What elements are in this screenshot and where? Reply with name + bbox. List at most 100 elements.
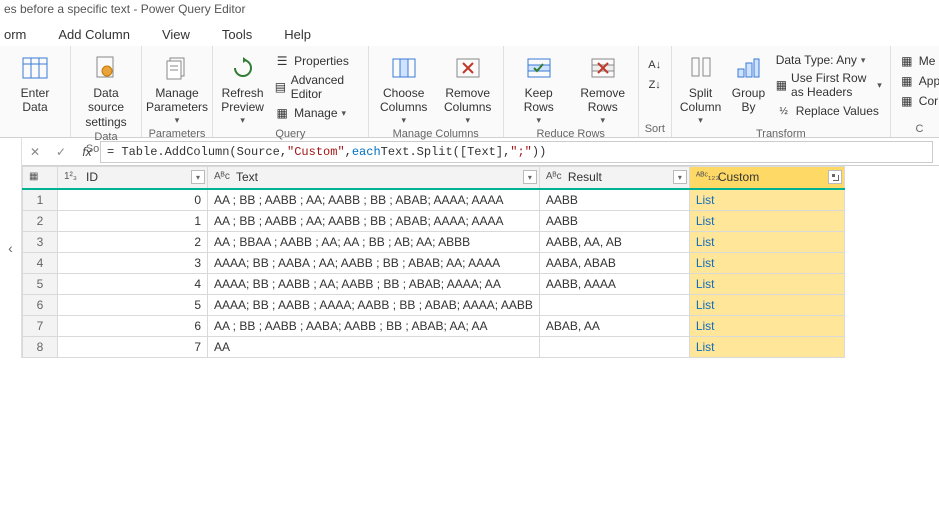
manage-button[interactable]: ▦Manage <box>272 104 362 122</box>
data-source-settings-button[interactable]: Data source settings <box>77 50 135 131</box>
cell-id[interactable]: 5 <box>58 294 208 315</box>
cell-result[interactable] <box>539 336 689 357</box>
combine-files-button[interactable]: ▦Cor <box>897 92 939 110</box>
manage-icon: ▦ <box>274 105 290 121</box>
cell-custom[interactable]: List <box>689 210 844 231</box>
cell-custom[interactable]: List <box>689 336 844 357</box>
menu-tools[interactable]: Tools <box>222 27 252 42</box>
queries-pane-collapse[interactable] <box>0 138 22 358</box>
keep-rows-button[interactable]: Keep Rows <box>510 50 568 128</box>
cell-result[interactable]: AABB <box>539 210 689 231</box>
advanced-editor-button[interactable]: ▤Advanced Editor <box>272 72 362 102</box>
column-header-text[interactable]: AᴮᴄText▾ <box>208 167 540 189</box>
sort-desc-button[interactable]: Z↓ <box>645 76 665 94</box>
cancel-formula-button[interactable]: ✕ <box>22 141 48 163</box>
choose-columns-button[interactable]: Choose Columns <box>375 50 433 128</box>
column-header-result[interactable]: AᴮᴄResult▾ <box>539 167 689 189</box>
row-number: 7 <box>23 315 58 336</box>
cell-text[interactable]: AA ; BB ; AABB ; AA; AABB ; BB ; ABAB; A… <box>208 189 540 211</box>
menu-help[interactable]: Help <box>284 27 311 42</box>
commit-formula-button[interactable]: ✓ <box>48 141 74 163</box>
cell-custom[interactable]: List <box>689 189 844 211</box>
cell-custom[interactable]: List <box>689 252 844 273</box>
merge-queries-button[interactable]: ▦Me <box>897 52 939 70</box>
table-row[interactable]: 87AAList <box>23 336 845 357</box>
cell-text[interactable]: AAAA; BB ; AABB ; AAAA; AABB ; BB ; ABAB… <box>208 294 540 315</box>
table-corner[interactable]: ▦ <box>23 167 58 189</box>
keep-rows-icon <box>523 52 555 84</box>
replace-values-button[interactable]: ½Replace Values <box>774 102 884 120</box>
cell-custom[interactable]: List <box>689 273 844 294</box>
sort-asc-button[interactable]: A↓ <box>645 56 665 74</box>
cell-result[interactable]: AABB, AA, AB <box>539 231 689 252</box>
first-row-headers-button[interactable]: ▦Use First Row as Headers <box>774 70 884 100</box>
text-type-icon: Aᴮᴄ <box>546 171 564 185</box>
column-header-id[interactable]: 1²₃ID▾ <box>58 167 208 189</box>
ribbon: Enter Data Data source settings Data Sou… <box>0 46 939 138</box>
cell-id[interactable]: 4 <box>58 273 208 294</box>
window-title: es before a specific text - Power Query … <box>0 0 939 22</box>
column-header-custom[interactable]: ᴬᴮᶜ₁₂₃Custom <box>689 167 844 189</box>
cell-text[interactable]: AA ; BBAA ; AABB ; AA; AA ; BB ; AB; AA;… <box>208 231 540 252</box>
menu-add-column[interactable]: Add Column <box>58 27 130 42</box>
refresh-icon <box>227 52 259 84</box>
remove-rows-icon <box>587 52 619 84</box>
refresh-preview-button[interactable]: Refresh Preview <box>219 50 266 128</box>
properties-button[interactable]: ☰Properties <box>272 52 362 70</box>
table-icon: ▦ <box>29 171 47 185</box>
cell-text[interactable]: AA ; BB ; AABB ; AA; AABB ; BB ; ABAB; A… <box>208 210 540 231</box>
cell-result[interactable]: AABB <box>539 189 689 211</box>
data-grid[interactable]: ▦ 1²₃ID▾ AᴮᴄText▾ AᴮᴄResult▾ ᴬᴮᶜ₁₂₃Custo… <box>22 166 845 358</box>
expand-column-icon[interactable] <box>828 170 842 184</box>
column-dropdown-icon[interactable]: ▾ <box>673 170 687 184</box>
menu-view[interactable]: View <box>162 27 190 42</box>
data-type-dropdown[interactable]: Data Type: Any <box>774 52 884 68</box>
cell-id[interactable]: 2 <box>58 231 208 252</box>
choose-columns-icon <box>388 52 420 84</box>
menu-transform[interactable]: orm <box>4 27 26 42</box>
cell-id[interactable]: 3 <box>58 252 208 273</box>
group-by-button[interactable]: Group By <box>729 50 767 117</box>
table-row[interactable]: 21AA ; BB ; AABB ; AA; AABB ; BB ; ABAB;… <box>23 210 845 231</box>
cell-result[interactable]: AABA, ABAB <box>539 252 689 273</box>
cell-text[interactable]: AAAA; BB ; AABA ; AA; AABB ; BB ; ABAB; … <box>208 252 540 273</box>
cell-custom[interactable]: List <box>689 294 844 315</box>
cell-text[interactable]: AA ; BB ; AABB ; AABA; AABB ; BB ; ABAB;… <box>208 315 540 336</box>
append-queries-button[interactable]: ▦App <box>897 72 939 90</box>
parameters-icon <box>161 52 193 84</box>
cell-result[interactable]: AABB, AAAA <box>539 273 689 294</box>
cell-text[interactable]: AAAA; BB ; AABB ; AA; AABB ; BB ; ABAB; … <box>208 273 540 294</box>
cell-custom[interactable]: List <box>689 315 844 336</box>
manage-parameters-button[interactable]: Manage Parameters <box>148 50 206 128</box>
cell-result[interactable] <box>539 294 689 315</box>
cell-custom[interactable]: List <box>689 231 844 252</box>
column-dropdown-icon[interactable]: ▾ <box>523 170 537 184</box>
table-row[interactable]: 43AAAA; BB ; AABA ; AA; AABB ; BB ; ABAB… <box>23 252 845 273</box>
remove-columns-button[interactable]: Remove Columns <box>439 50 497 128</box>
row-number: 6 <box>23 294 58 315</box>
remove-rows-button[interactable]: Remove Rows <box>574 50 632 128</box>
cell-id[interactable]: 7 <box>58 336 208 357</box>
sort-group-label: Sort <box>645 123 665 137</box>
combine-icon: ▦ <box>899 93 915 109</box>
table-row[interactable]: 76AA ; BB ; AABB ; AABA; AABB ; BB ; ABA… <box>23 315 845 336</box>
row-number: 3 <box>23 231 58 252</box>
cell-text[interactable]: AA <box>208 336 540 357</box>
formula-bar: ✕ ✓ fx = Table.AddColumn(Source, "Custom… <box>22 138 939 166</box>
cell-result[interactable]: ABAB, AA <box>539 315 689 336</box>
cell-id[interactable]: 1 <box>58 210 208 231</box>
enter-data-button[interactable]: Enter Data <box>6 50 64 117</box>
table-row[interactable]: 65AAAA; BB ; AABB ; AAAA; AABB ; BB ; AB… <box>23 294 845 315</box>
formula-input[interactable]: = Table.AddColumn(Source, "Custom", each… <box>100 141 933 163</box>
cell-id[interactable]: 6 <box>58 315 208 336</box>
table-row[interactable]: 10AA ; BB ; AABB ; AA; AABB ; BB ; ABAB;… <box>23 189 845 211</box>
table-row[interactable]: 32AA ; BBAA ; AABB ; AA; AA ; BB ; AB; A… <box>23 231 845 252</box>
cell-id[interactable]: 0 <box>58 189 208 211</box>
table-row[interactable]: 54AAAA; BB ; AABB ; AA; AABB ; BB ; ABAB… <box>23 273 845 294</box>
menu-bar: orm Add Column View Tools Help <box>0 22 939 46</box>
split-column-button[interactable]: Split Column <box>678 50 723 128</box>
group-by-icon <box>732 52 764 84</box>
merge-icon: ▦ <box>899 53 915 69</box>
replace-icon: ½ <box>776 103 792 119</box>
column-dropdown-icon[interactable]: ▾ <box>191 170 205 184</box>
